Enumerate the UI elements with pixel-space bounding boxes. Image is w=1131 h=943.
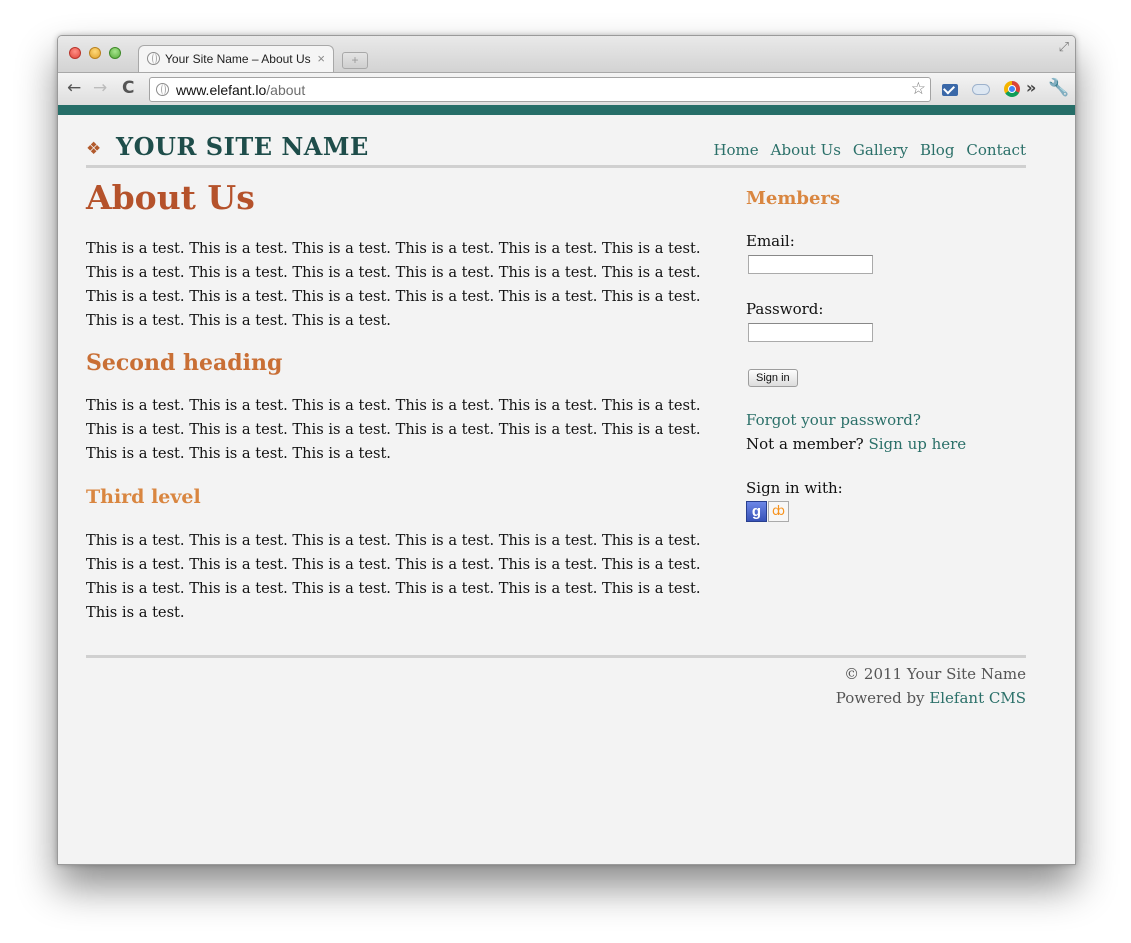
nav-about-link[interactable]: About Us [771, 141, 841, 159]
mail-extension-icon[interactable] [942, 84, 958, 96]
nav-blog-link[interactable]: Blog [920, 141, 954, 159]
members-heading: Members [746, 188, 841, 209]
forgot-password-link[interactable]: Forgot your password? [746, 411, 921, 429]
paragraph-1: This is a test. This is a test. This is … [86, 240, 701, 329]
page-title: About Us [86, 178, 255, 217]
site-header: ❖ YOUR SITE NAME Home About Us Gallery Blog… [86, 115, 1026, 168]
paragraph-3: This is a test. This is a test. This is … [86, 532, 701, 621]
copyright-text: © 2011 Your Site Name [844, 665, 1026, 683]
minimize-window-button[interactable] [89, 47, 101, 59]
web-page: ❖ YOUR SITE NAME Home About Us Gallery Blog… [58, 115, 1075, 864]
main-nav: Home About Us Gallery Blog Contact [701, 141, 1026, 159]
third-heading: Third level [86, 486, 201, 508]
browser-toolbar: ← → C www.elefant.lo/about ☆ » 🔧 [58, 72, 1075, 105]
nav-gallery-link[interactable]: Gallery [853, 141, 908, 159]
chrome-extension-icon[interactable] [1004, 81, 1020, 97]
new-tab-button[interactable]: + [342, 52, 368, 69]
active-tab[interactable]: Your Site Name – About Us × [138, 45, 334, 72]
logo-icon: ❖ [86, 139, 102, 159]
forward-arrow-icon[interactable]: → [93, 78, 107, 98]
globe-icon [156, 83, 169, 96]
password-label: Password: [746, 300, 824, 318]
bookmark-star-icon[interactable]: ☆ [911, 79, 926, 99]
url-text[interactable]: www.elefant.lo/about [176, 82, 305, 98]
reload-icon[interactable]: C [122, 78, 134, 98]
url-path: /about [266, 82, 306, 98]
openid-icon[interactable]: ȸ [768, 501, 789, 522]
main-content: About Us This is a test. This is a test.… [86, 177, 716, 625]
browser-window: Your Site Name – About Us × + ⤢ ← → C ww… [57, 35, 1076, 865]
nav-home-link[interactable]: Home [713, 141, 758, 159]
elefant-cms-link[interactable]: Elefant CMS [929, 689, 1026, 707]
more-extensions-icon[interactable]: » [1026, 78, 1036, 97]
address-bar[interactable]: www.elefant.lo/about ☆ [149, 77, 931, 102]
google-icon[interactable]: g [746, 501, 767, 522]
title-bar: Your Site Name – About Us × + ⤢ [58, 36, 1075, 72]
url-host: www.elefant.lo [176, 82, 267, 98]
nav-contact-link[interactable]: Contact [966, 141, 1026, 159]
site-name[interactable]: YOUR SITE NAME [116, 132, 369, 161]
close-tab-icon[interactable]: × [317, 51, 325, 66]
tab-title: Your Site Name – About Us [165, 52, 311, 66]
email-field[interactable] [748, 255, 873, 274]
second-heading: Second heading [86, 350, 283, 376]
wrench-menu-icon[interactable]: 🔧 [1048, 78, 1069, 98]
members-sidebar: Members Email: Password: Sign in Forgot … [746, 186, 996, 522]
powered-by-text: Powered by [835, 689, 925, 707]
site-top-bar [58, 105, 1075, 115]
site-footer: © 2011 Your Site Name Powered by Elefant… [86, 655, 1026, 710]
sign-in-button[interactable]: Sign in [748, 369, 798, 387]
close-window-button[interactable] [69, 47, 81, 59]
not-member-text: Not a member? [746, 435, 864, 453]
globe-icon [147, 52, 160, 65]
cloud-extension-icon[interactable] [972, 84, 990, 95]
zoom-window-button[interactable] [109, 47, 121, 59]
back-arrow-icon[interactable]: ← [67, 78, 81, 98]
sign-up-link[interactable]: Sign up here [868, 435, 966, 453]
paragraph-2: This is a test. This is a test. This is … [86, 397, 701, 462]
password-field[interactable] [748, 323, 873, 342]
email-label: Email: [746, 232, 795, 250]
fullscreen-icon[interactable]: ⤢ [1059, 40, 1069, 55]
sign-in-with-label: Sign in with: [746, 479, 843, 497]
